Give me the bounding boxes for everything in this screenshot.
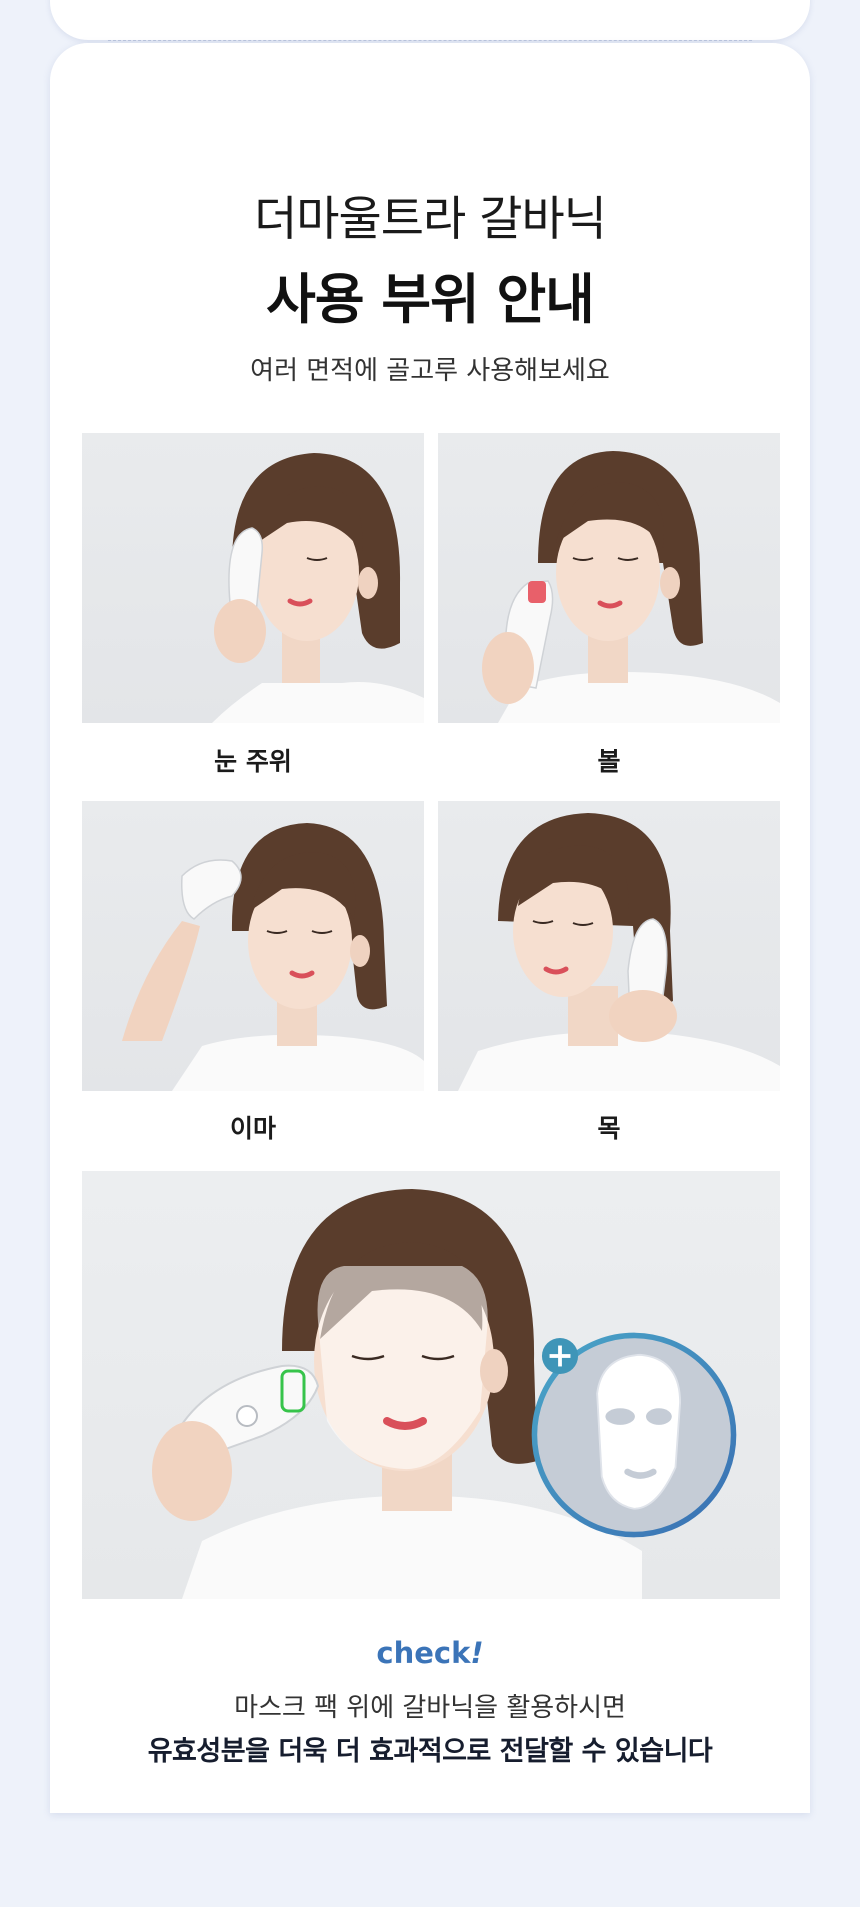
cheek-photo xyxy=(438,433,780,723)
section-divider xyxy=(108,40,752,41)
check-description-bold: 유효성분을 더욱 더 효과적으로 전달할 수 있습니다 xyxy=(147,1736,713,1767)
plus-icon xyxy=(541,1337,579,1375)
check-label: check xyxy=(376,1636,471,1670)
woman-device-eye-icon xyxy=(212,453,424,723)
woman-device-forehead-icon xyxy=(122,823,424,1091)
forehead-photo xyxy=(82,801,424,1091)
usage-area-title: 사용 부위 안내 xyxy=(266,268,595,331)
check-exclamation: ! xyxy=(470,1636,484,1670)
usage-area-subtitle: 여러 면적에 골고루 사용해보세요 xyxy=(250,356,610,386)
neck-photo xyxy=(438,801,780,1091)
eye-area-photo xyxy=(82,433,424,723)
neck-label: 목 xyxy=(597,1114,621,1143)
check-heading: check! xyxy=(0,1636,860,1670)
woman-device-cheek-icon xyxy=(482,451,780,723)
cheek-label: 볼 xyxy=(597,747,621,776)
check-description: 마스크 팩 위에 갈바닉을 활용하시면 xyxy=(234,1693,626,1723)
previous-section-card xyxy=(50,0,810,40)
eye-area-label: 눈 주위 xyxy=(214,747,292,776)
sheet-mask-photo xyxy=(82,1171,780,1599)
forehead-label: 이마 xyxy=(229,1114,276,1143)
product-name-title: 더마울트라 갈바닉 xyxy=(254,192,607,247)
woman-device-neck-icon xyxy=(458,813,780,1091)
